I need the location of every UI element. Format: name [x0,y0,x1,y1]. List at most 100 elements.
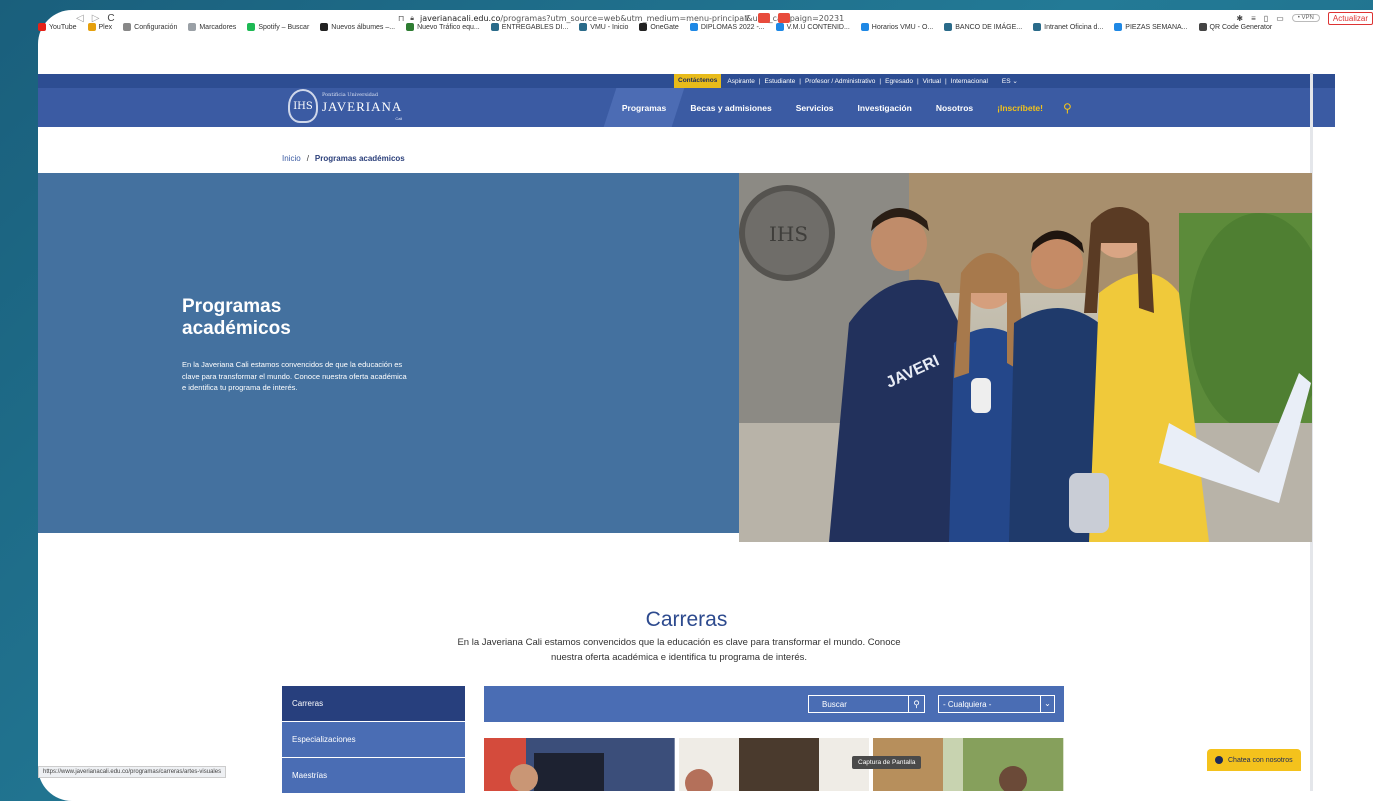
utility-nav: Contáctenos Aspirante | Estudiante | Profeso… [674,74,1018,88]
bookmark-favicon-icon [247,23,256,31]
bookmark-favicon-icon [1114,23,1123,31]
nav-item-label: Programas [622,102,667,113]
chat-button[interactable]: Chatea con nosotros [1207,749,1301,771]
utility-link[interactable]: Internacional [951,78,988,85]
bookmark-favicon-icon [38,23,46,31]
bookmark-item[interactable]: Horarios VMU - O... [860,23,934,31]
program-filter-select[interactable]: - Cualquiera - ⌄ [938,695,1055,713]
program-tab[interactable]: Maestrías [282,758,465,794]
utility-link[interactable]: Estudiante [765,78,796,85]
bookmark-favicon-icon [944,23,953,31]
bookmark-item[interactable]: DIPLOMAS 2022 -... [689,23,765,31]
bookmark-favicon-icon [490,23,499,31]
bookmark-label: QR Code Generator [1209,23,1273,31]
nav-item-label: ¡Inscríbete! [997,102,1043,113]
chevron-down-icon[interactable]: ⌄ [1040,696,1054,712]
utility-separator: | [758,77,761,85]
status-url: https://www.javerianacali.edu.co/program… [38,766,227,778]
logo-line2: JAVERIANA [322,98,403,114]
bookmark-item[interactable]: OneGate [639,23,679,31]
bookmark-item[interactable]: Configuración [123,23,177,31]
bookmark-item[interactable]: Nuevos álbumes –... [320,23,395,31]
bookmark-item[interactable]: ENTREGABLES DI... [490,23,569,31]
university-logo[interactable]: IHS Pontificia Universidad JAVERIANA Cal… [288,89,402,123]
bookmark-label: YouTube [49,23,77,31]
nav-item-label: Servicios [795,102,834,113]
bookmark-label: Plex [98,23,113,31]
bookmark-favicon-icon [775,23,784,31]
nav-item[interactable]: Investigación [846,88,924,127]
utility-link[interactable]: Aspirante [727,78,754,85]
bookmark-item[interactable]: BANCO DE IMÁGE... [944,23,1022,31]
search-icon[interactable]: ⚲ [908,696,924,712]
bookmark-label: BANCO DE IMÁGE... [955,23,1023,31]
bookmark-favicon-icon [123,23,132,31]
bookmark-label: Configuración [134,23,178,31]
main-nav: Programas Becas y admisiones Servicios Inve… [603,88,1072,127]
program-card-image [484,738,675,791]
seal-icon: IHS [288,89,318,123]
bookmark-favicon-icon [639,23,648,31]
contact-link[interactable]: Contáctenos [674,74,722,88]
bookmark-item[interactable]: V.M.U CONTENID... [775,23,850,31]
bookmark-label: Spotify – Buscar [258,23,310,31]
bookmark-item[interactable]: VMU - Inicio [579,23,628,31]
program-cards [484,738,1064,791]
logo-line1: Pontificia Universidad [322,91,379,98]
program-card[interactable] [678,738,870,791]
bookmark-label: V.M.U CONTENID... [786,23,850,31]
bookmark-item[interactable]: Plex [87,23,113,31]
utility-link[interactable]: Profesor / Administrativo [805,78,875,85]
nav-item[interactable]: Becas y admisiones [678,88,783,127]
bookmark-favicon-icon [1033,23,1042,31]
breadcrumb-current: Programas académicos [314,154,405,163]
chat-icon [1215,756,1223,764]
bookmark-favicon-icon [860,23,869,31]
bookmark-item[interactable]: YouTube [38,23,77,31]
carreras-description: En la Javeriana Cali estamos convencidos… [457,637,901,663]
utility-link[interactable]: Egresado [885,78,913,85]
bookmark-label: Horarios VMU - O... [871,23,934,31]
bookmark-item[interactable]: Nuevo Tráfico equ... [406,23,480,31]
bookmark-item[interactable]: Intranet Oficina d... [1033,23,1103,31]
search-input[interactable]: Buscar ⚲ [808,695,925,713]
utility-separator: | [799,77,801,85]
bookmark-item[interactable]: Spotify – Buscar [247,23,309,31]
nav-item[interactable]: Servicios [784,88,846,127]
utility-separator: | [916,77,919,85]
utility-separator: | [879,77,882,85]
program-card[interactable] [484,738,675,791]
bookmark-favicon-icon [579,23,588,31]
bookmark-item[interactable]: Marcadores [188,23,236,31]
bookmark-label: PIEZAS SEMANA... [1125,23,1188,31]
bookmark-label: DIPLOMAS 2022 -... [700,23,765,31]
nav-item-label: Nosotros [935,102,974,113]
bookmark-favicon-icon [406,23,415,31]
hero-panel: Programas académicos En la Javeriana Cal… [38,173,739,533]
language-select[interactable]: ES ⌄ [1002,77,1018,85]
nav-item[interactable]: ¡Inscríbete! [985,88,1055,127]
bookmarks-bar: YouTube Plex Configuración Marcadores Spotif… [38,20,1335,34]
chat-label: Chatea con nosotros [1228,756,1293,764]
bookmark-item[interactable]: PIEZAS SEMANA... [1114,23,1188,31]
breadcrumb: Inicio / Programas académicos [282,154,405,163]
search-icon[interactable]: ⚲ [1063,101,1072,115]
bookmark-favicon-icon [320,23,329,31]
bookmark-label: ENTREGABLES DI... [501,23,569,31]
utility-separator: | [944,77,947,85]
logo-line3: Cali [395,115,403,121]
nav-item[interactable]: Nosotros [924,88,985,127]
utility-bar: Contáctenos Aspirante | Estudiante | Profeso… [38,74,1335,88]
program-tab[interactable]: Especializaciones [282,722,465,758]
bookmark-item[interactable]: QR Code Generator [1198,23,1273,31]
nav-item[interactable]: Programas [603,88,685,127]
search-placeholder: Buscar [822,699,847,709]
bookmark-favicon-icon [1198,23,1207,31]
program-tab[interactable]: Carreras [282,686,465,722]
program-card-image [678,738,870,791]
breadcrumb-home[interactable]: Inicio [282,154,301,163]
breadcrumb-separator: / [306,154,309,163]
hero-title: Programas académicos [182,296,291,339]
utility-link[interactable]: Virtual [923,78,941,85]
program-tabs: Carreras Especializaciones Maestrías [282,686,465,794]
